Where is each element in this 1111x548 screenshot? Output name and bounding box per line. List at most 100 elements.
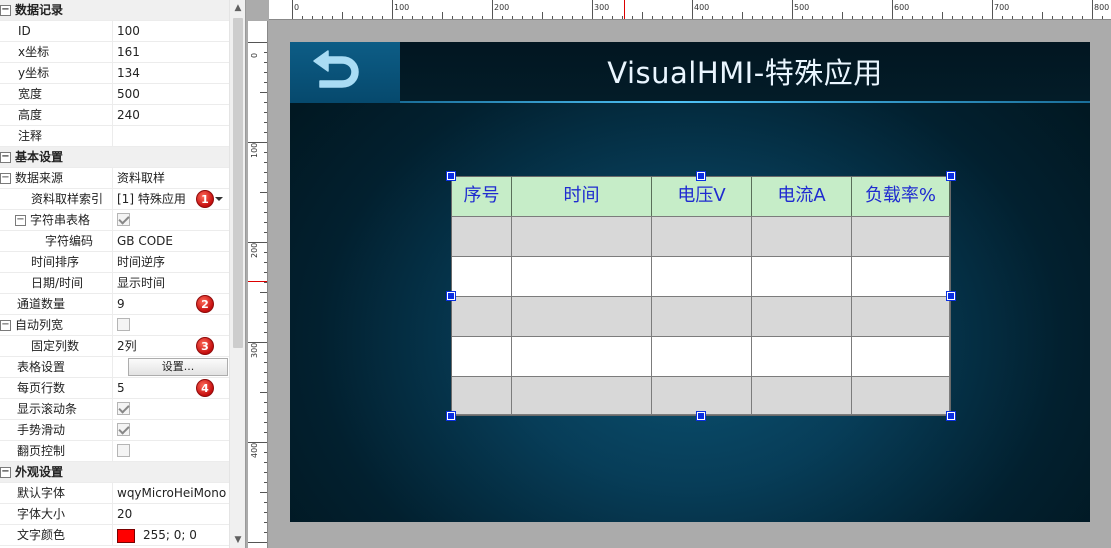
table-row[interactable] [452, 297, 950, 337]
prop-label: 翻页控制 [0, 441, 113, 462]
show-scrollbar-checkbox[interactable] [117, 402, 130, 415]
prop-row-id[interactable]: ID 100 [0, 21, 229, 42]
resize-handle[interactable] [946, 411, 956, 421]
prop-value[interactable]: 134 [114, 63, 229, 84]
hmi-screen[interactable]: VisualHMI-特殊应用 序号 时间 电压V 电流A 负载率% [290, 42, 1090, 522]
ruler-tick [264, 412, 267, 413]
ruler-tick [1072, 16, 1073, 19]
prop-value[interactable] [114, 126, 229, 147]
prop-row-string-table[interactable]: − 字符串表格 [0, 210, 229, 231]
ruler-tick [862, 16, 863, 19]
resize-handle[interactable] [696, 411, 706, 421]
collapse-icon[interactable]: − [15, 215, 26, 226]
prop-value[interactable]: 显示时间 [114, 273, 229, 294]
collapse-icon[interactable]: − [0, 152, 11, 163]
prop-value[interactable]: 500 [114, 84, 229, 105]
prop-label: 文字颜色 [0, 525, 113, 546]
property-scrollbar[interactable]: ▲ ▼ [229, 0, 245, 548]
prop-row-fixed-cols[interactable]: 固定列数 2列 3 [0, 336, 229, 357]
prop-row-rows-per-page[interactable]: 每页行数 5 4 [0, 378, 229, 399]
collapse-icon[interactable]: − [0, 320, 11, 331]
resize-handle[interactable] [946, 291, 956, 301]
collapse-icon[interactable]: − [0, 5, 11, 16]
chevron-down-icon[interactable] [215, 197, 223, 201]
prop-row-height[interactable]: 高度 240 [0, 105, 229, 126]
ruler-tick [782, 16, 783, 19]
ruler-tick [392, 0, 393, 19]
table-cell [752, 217, 852, 256]
record-table[interactable]: 序号 时间 电压V 电流A 负载率% [451, 176, 951, 416]
prop-row-width[interactable]: 宽度 500 [0, 84, 229, 105]
resize-handle[interactable] [446, 411, 456, 421]
prop-row-font-size[interactable]: 字体大小 20 [0, 504, 229, 525]
ruler-tick [882, 16, 883, 19]
collapse-icon[interactable]: − [0, 467, 11, 478]
prop-value[interactable]: 时间逆序 [114, 252, 229, 273]
auto-width-checkbox[interactable] [117, 318, 130, 331]
ruler-tick [264, 132, 267, 133]
prop-row-page-control[interactable]: 翻页控制 [0, 441, 229, 462]
section-appearance[interactable]: − 外观设置 [0, 462, 229, 483]
page-control-checkbox[interactable] [117, 444, 130, 457]
table-row[interactable] [452, 337, 950, 377]
prop-row-text-color[interactable]: 文字颜色 255; 0; 0 [0, 525, 229, 546]
prop-row-y[interactable]: y坐标 134 [0, 63, 229, 84]
ruler-tick [264, 182, 267, 183]
prop-row-time-order[interactable]: 时间排序 时间逆序 [0, 252, 229, 273]
prop-value[interactable]: 161 [114, 42, 229, 63]
prop-row-data-source[interactable]: − 数据来源 资料取样 [0, 168, 229, 189]
section-basic[interactable]: − 基本设置 [0, 147, 229, 168]
table-header-row[interactable]: 序号 时间 电压V 电流A 负载率% [452, 177, 950, 217]
designer-canvas[interactable]: 0 100 200 300 400 500 600 700 800 0 100 200 300 400 … [248, 0, 1111, 548]
back-button[interactable] [290, 42, 400, 103]
table-cell [452, 297, 512, 336]
prop-row-comment[interactable]: 注释 [0, 126, 229, 147]
prop-row-channel-count[interactable]: 通道数量 9 2 [0, 294, 229, 315]
table-row[interactable] [452, 257, 950, 297]
ruler-tick [532, 16, 533, 19]
table-cell [652, 217, 752, 256]
prop-row-table-settings[interactable]: 表格设置 设置... [0, 357, 229, 378]
resize-handle[interactable] [446, 171, 456, 181]
ruler-tick [264, 482, 267, 483]
prop-value[interactable]: 20 [114, 504, 229, 525]
ruler-cursor-marker [624, 0, 625, 19]
prop-row-auto-width[interactable]: − 自动列宽 [0, 315, 229, 336]
prop-row-encoding[interactable]: 字符编码 GB CODE [0, 231, 229, 252]
ruler-tick [264, 82, 267, 83]
scroll-down-icon[interactable]: ▼ [230, 532, 245, 548]
prop-row-default-font[interactable]: 默认字体 wqyMicroHeiMono [0, 483, 229, 504]
ruler-tick [1042, 12, 1043, 19]
ruler-tick [1022, 16, 1023, 19]
prop-value[interactable]: GB CODE [114, 231, 229, 252]
table-row[interactable] [452, 377, 950, 415]
gesture-scroll-checkbox[interactable] [117, 423, 130, 436]
scroll-up-icon[interactable]: ▲ [230, 0, 245, 16]
prop-row-gesture-scroll[interactable]: 手势滑动 [0, 420, 229, 441]
prop-label: ID [0, 21, 113, 42]
scrollbar-thumb[interactable] [233, 18, 243, 348]
prop-row-sample-index[interactable]: 资料取样索引 [1] 特殊应用 1 [0, 189, 229, 210]
prop-value[interactable]: 资料取样 [114, 168, 229, 189]
resize-handle[interactable] [696, 171, 706, 181]
prop-value[interactable]: 240 [114, 105, 229, 126]
string-table-checkbox[interactable] [117, 213, 130, 226]
ruler-tick [264, 312, 267, 313]
table-row[interactable] [452, 217, 950, 257]
ruler-tick [264, 402, 267, 403]
prop-row-x[interactable]: x坐标 161 [0, 42, 229, 63]
ruler-tick [772, 16, 773, 19]
ruler-tick [1062, 16, 1063, 19]
collapse-icon[interactable]: − [0, 173, 11, 184]
prop-row-datetime[interactable]: 日期/时间 显示时间 [0, 273, 229, 294]
prop-value[interactable]: wqyMicroHeiMono [114, 483, 229, 504]
color-swatch[interactable] [117, 528, 135, 543]
resize-handle[interactable] [446, 291, 456, 301]
table-settings-button[interactable]: 设置... [128, 358, 228, 376]
ruler-cursor-marker [248, 281, 267, 282]
resize-handle[interactable] [946, 171, 956, 181]
prop-value[interactable]: 100 [114, 21, 229, 42]
table-header-cell: 电流A [752, 177, 852, 216]
section-data-record[interactable]: − 数据记录 [0, 0, 229, 21]
prop-row-show-scrollbar[interactable]: 显示滚动条 [0, 399, 229, 420]
